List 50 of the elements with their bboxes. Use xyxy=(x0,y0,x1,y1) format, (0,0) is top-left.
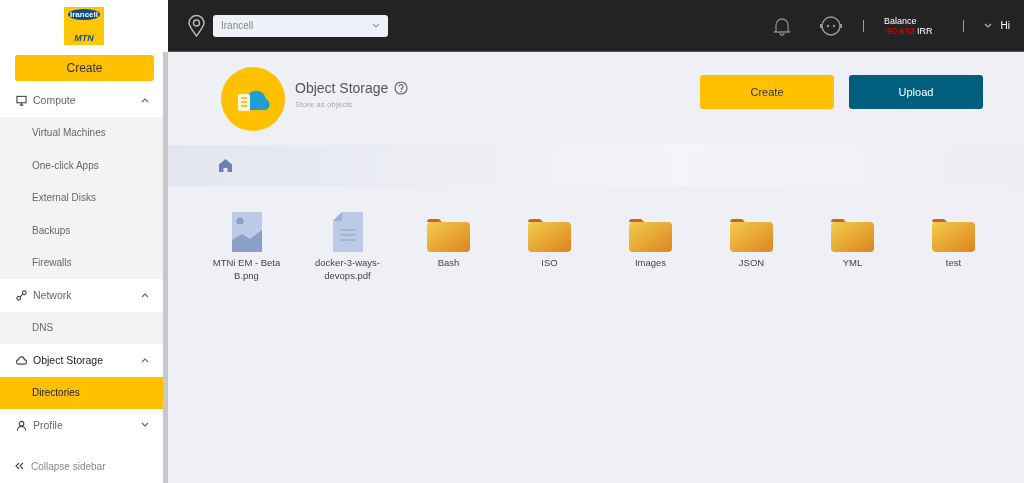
location-pin-icon xyxy=(188,14,205,37)
home-icon[interactable] xyxy=(218,158,233,173)
balance-label: Balance xyxy=(884,15,918,26)
chevron-down-icon[interactable] xyxy=(141,422,149,429)
logo: Irancell MTN xyxy=(64,7,104,45)
folder-icon xyxy=(427,218,470,252)
double-chevron-left-icon xyxy=(15,462,24,470)
collapse-sidebar-link[interactable]: Collapse sidebar xyxy=(0,451,163,481)
sidebar-item[interactable]: External Disks xyxy=(0,181,163,214)
file-name[interactable]: docker-3-ways-devops.pdf xyxy=(305,256,390,282)
image-file-icon xyxy=(231,212,262,252)
chevron-down-icon[interactable] xyxy=(983,22,992,29)
file-name[interactable]: MTNi EM - Beta B.png xyxy=(204,256,289,282)
chevron-up-icon[interactable] xyxy=(141,97,149,104)
folder-icon xyxy=(831,218,874,252)
sidebar-item[interactable]: Firewalls xyxy=(0,246,163,279)
balance-value: -90,693 xyxy=(884,25,915,36)
help-icon[interactable] xyxy=(394,81,409,95)
file-name[interactable]: Images xyxy=(608,256,693,269)
file-name[interactable]: JSON xyxy=(709,256,794,269)
folder-icon xyxy=(528,218,571,252)
page-subtitle: Store as objects xyxy=(295,100,354,109)
cloud-icon xyxy=(16,354,27,366)
chevron-up-icon[interactable] xyxy=(141,292,149,299)
monitor-icon xyxy=(16,94,27,106)
sidebar-item[interactable]: One-click Apps xyxy=(0,149,163,182)
file-name[interactable]: test xyxy=(911,256,996,269)
sidebar-item[interactable]: DNS xyxy=(0,311,163,344)
create-button[interactable]: Create xyxy=(15,55,154,81)
sidebar-item[interactable]: Directories xyxy=(0,376,165,409)
page-title: Object Storage xyxy=(295,80,389,96)
file-name[interactable]: Bash xyxy=(406,256,491,269)
upload-button[interactable]: Upload xyxy=(849,74,983,109)
file-name[interactable]: ISO xyxy=(507,256,592,269)
sidebar-item[interactable]: Backups xyxy=(0,214,163,247)
user-greeting[interactable]: Hi xyxy=(1000,20,1010,31)
document-icon xyxy=(332,212,363,252)
folder-icon xyxy=(730,218,773,252)
folder-icon xyxy=(932,218,975,252)
file-name[interactable]: YML xyxy=(810,256,895,269)
folder-icon xyxy=(629,218,672,252)
sidebar-item[interactable]: Virtual Machines xyxy=(0,116,163,149)
bell-icon[interactable] xyxy=(773,15,791,36)
create-button[interactable]: Create xyxy=(700,74,834,109)
user-icon xyxy=(16,419,27,431)
support-agent-icon[interactable] xyxy=(819,14,843,37)
scrollbar[interactable] xyxy=(163,52,168,483)
currency: IRR xyxy=(917,25,933,36)
chevron-up-icon[interactable] xyxy=(141,357,149,364)
network-icon xyxy=(16,289,27,301)
